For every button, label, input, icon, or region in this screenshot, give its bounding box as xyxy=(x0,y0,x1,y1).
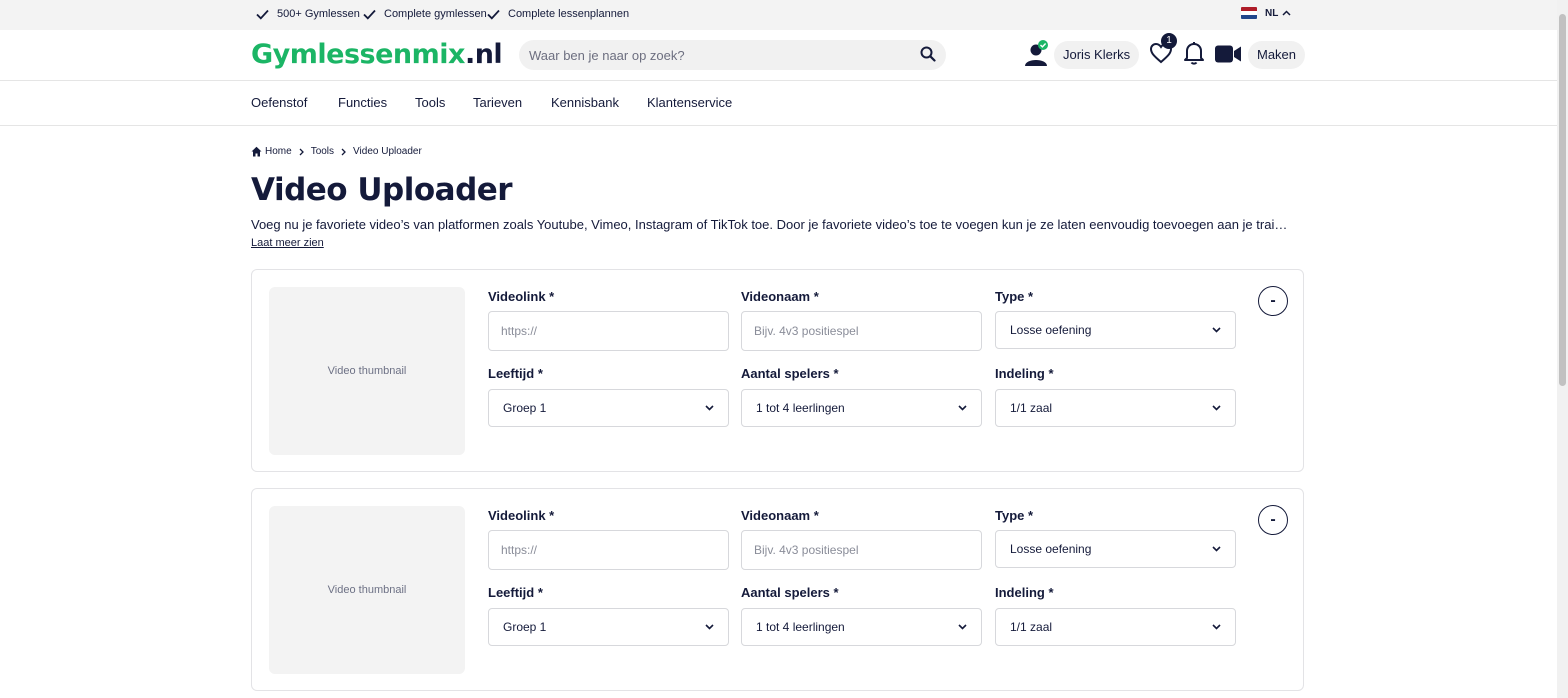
chevron-up-icon xyxy=(1282,10,1291,16)
spelers-label: Aantal spelers * xyxy=(741,366,839,381)
check-icon xyxy=(256,9,269,20)
site-header: Gymlessenmix.nl Joris Klerks 1 Maken xyxy=(0,30,1557,81)
usp-text: Complete lessenplannen xyxy=(508,8,630,20)
usp-item: 500+ Gymlessen xyxy=(256,8,360,20)
leeftijd-value: Groep 1 xyxy=(503,401,547,415)
thumbnail-label: Video thumbnail xyxy=(327,584,407,596)
indeling-label: Indeling * xyxy=(995,585,1054,600)
nav-item-kennisbank[interactable]: Kennisbank xyxy=(551,95,619,110)
spelers-value: 1 tot 4 leerlingen xyxy=(756,401,845,415)
logo-tld: .nl xyxy=(464,39,503,70)
check-icon xyxy=(363,9,376,20)
usp-text: Complete gymlessen xyxy=(384,8,487,20)
videolink-input[interactable] xyxy=(488,311,729,351)
site-logo[interactable]: Gymlessenmix.nl xyxy=(251,39,503,70)
spelers-select[interactable]: 1 tot 4 leerlingen xyxy=(741,608,982,646)
type-select[interactable]: Losse oefening xyxy=(995,311,1236,349)
video-camera-icon[interactable] xyxy=(1215,45,1242,63)
breadcrumb-tools[interactable]: Tools xyxy=(311,146,334,157)
type-value: Losse oefening xyxy=(1010,323,1092,337)
indeling-label: Indeling * xyxy=(995,366,1054,381)
chevron-down-icon xyxy=(705,624,714,630)
nav-item-klantenservice[interactable]: Klantenservice xyxy=(647,95,732,110)
chevron-down-icon xyxy=(958,405,967,411)
main-nav: Oefenstof Functies Tools Tarieven Kennis… xyxy=(0,81,1557,126)
usp-item: Complete lessenplannen xyxy=(487,8,629,20)
chevron-down-icon xyxy=(705,405,714,411)
usp-item: Complete gymlessen xyxy=(363,8,487,20)
nav-item-tarieven[interactable]: Tarieven xyxy=(473,95,522,110)
language-switcher[interactable]: NL xyxy=(1241,7,1291,19)
video-upload-card: Video thumbnail Videolink * Videonaam * … xyxy=(251,269,1304,472)
spelers-select[interactable]: 1 tot 4 leerlingen xyxy=(741,389,982,427)
search-bar xyxy=(519,40,946,70)
check-icon xyxy=(487,9,500,20)
chevron-down-icon xyxy=(1212,624,1221,630)
user-name-button[interactable]: Joris Klerks xyxy=(1054,41,1140,69)
breadcrumb: Home Tools Video Uploader xyxy=(251,146,422,157)
chevron-down-icon xyxy=(1212,405,1221,411)
favorites-count-badge: 1 xyxy=(1161,33,1177,49)
videolink-label: Videolink * xyxy=(488,289,555,304)
dutch-flag-icon xyxy=(1241,7,1257,19)
search-input[interactable] xyxy=(529,40,909,70)
logo-main: Gymlessenmix xyxy=(251,39,465,70)
indeling-value: 1/1 zaal xyxy=(1010,401,1053,415)
thumbnail-label: Video thumbnail xyxy=(327,365,407,377)
indeling-select[interactable]: 1/1 zaal xyxy=(995,389,1236,427)
leeftijd-select[interactable]: Groep 1 xyxy=(488,608,729,646)
videolink-label: Videolink * xyxy=(488,508,555,523)
bell-icon[interactable] xyxy=(1183,41,1205,65)
chevron-right-icon xyxy=(299,148,304,155)
type-select[interactable]: Losse oefening xyxy=(995,530,1236,568)
nav-item-tools[interactable]: Tools xyxy=(415,95,445,110)
leeftijd-value: Groep 1 xyxy=(503,620,547,634)
scrollbar-thumb[interactable] xyxy=(1559,14,1566,386)
leeftijd-label: Leeftijd * xyxy=(488,366,543,381)
videolink-input[interactable] xyxy=(488,530,729,570)
breadcrumb-home[interactable]: Home xyxy=(265,146,292,157)
usp-bar: 500+ Gymlessen Complete gymlessen Comple… xyxy=(0,0,1557,30)
video-thumbnail: Video thumbnail xyxy=(269,506,465,674)
leeftijd-label: Leeftijd * xyxy=(488,585,543,600)
type-label: Type * xyxy=(995,508,1034,523)
search-icon[interactable] xyxy=(920,46,936,62)
type-value: Losse oefening xyxy=(1010,542,1092,556)
chevron-down-icon xyxy=(1212,546,1221,552)
show-more-link[interactable]: Laat meer zien xyxy=(251,237,324,249)
home-icon xyxy=(251,146,262,157)
language-code: NL xyxy=(1265,7,1279,19)
indeling-value: 1/1 zaal xyxy=(1010,620,1053,634)
videonaam-label: Videonaam * xyxy=(741,289,819,304)
videonaam-label: Videonaam * xyxy=(741,508,819,523)
page-description: Voeg nu je favoriete video’s van platfor… xyxy=(251,217,1291,232)
remove-video-button[interactable]: - xyxy=(1258,286,1288,316)
nav-item-oefenstof[interactable]: Oefenstof xyxy=(251,95,307,110)
indeling-select[interactable]: 1/1 zaal xyxy=(995,608,1236,646)
create-button[interactable]: Maken xyxy=(1248,41,1306,69)
page-scrollbar[interactable] xyxy=(1557,0,1568,698)
video-upload-card: Video thumbnail Videolink * Videonaam * … xyxy=(251,488,1304,691)
chevron-down-icon xyxy=(1212,327,1221,333)
leeftijd-select[interactable]: Groep 1 xyxy=(488,389,729,427)
usp-text: 500+ Gymlessen xyxy=(277,8,360,20)
videonaam-input[interactable] xyxy=(741,530,982,570)
type-label: Type * xyxy=(995,289,1034,304)
spelers-value: 1 tot 4 leerlingen xyxy=(756,620,845,634)
nav-item-functies[interactable]: Functies xyxy=(338,95,387,110)
chevron-right-icon xyxy=(341,148,346,155)
spelers-label: Aantal spelers * xyxy=(741,585,839,600)
videonaam-input[interactable] xyxy=(741,311,982,351)
user-verified-icon[interactable] xyxy=(1024,40,1050,68)
video-thumbnail: Video thumbnail xyxy=(269,287,465,455)
chevron-down-icon xyxy=(958,624,967,630)
page-title: Video Uploader xyxy=(251,172,513,208)
remove-video-button[interactable]: - xyxy=(1258,505,1288,535)
breadcrumb-current: Video Uploader xyxy=(353,146,422,157)
